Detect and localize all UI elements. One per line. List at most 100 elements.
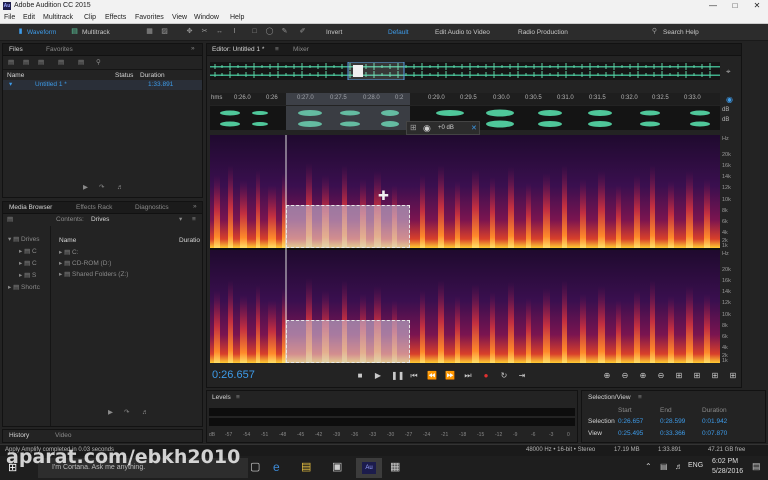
tab-media-browser[interactable]: Media Browser xyxy=(9,204,52,212)
menu-window[interactable]: Window xyxy=(194,13,219,23)
stop-icon[interactable]: ■ xyxy=(355,371,365,381)
menu-multitrack[interactable]: Multitrack xyxy=(43,13,73,23)
menu-file[interactable]: File xyxy=(4,13,15,23)
pitch-view-icon[interactable]: ▨ xyxy=(160,28,169,36)
hud-move-icon[interactable]: ⊞ xyxy=(410,123,417,132)
volume-knob-icon[interactable]: ◉ xyxy=(423,123,431,134)
panel-menu-icon[interactable]: ≡ xyxy=(236,394,240,402)
search-help-field[interactable]: Search Help xyxy=(663,28,699,37)
tab-video[interactable]: Video xyxy=(55,432,72,440)
play-icon[interactable]: ▶ xyxy=(373,371,383,381)
rewind-icon[interactable]: ⏪ xyxy=(427,371,437,381)
move-tool-icon[interactable]: ✥ xyxy=(185,28,194,36)
volume-tray-icon[interactable]: ♬ xyxy=(675,462,683,471)
tab-effects-rack[interactable]: Effects Rack xyxy=(76,204,112,212)
spectral-selection-bottom[interactable] xyxy=(286,320,410,363)
tree-drives[interactable]: ▾ ▤ Drives xyxy=(8,236,39,244)
waveform-button[interactable]: Waveform xyxy=(27,28,56,37)
tab-mixer[interactable]: Mixer xyxy=(293,46,309,54)
column-name[interactable]: Name xyxy=(7,72,24,80)
import-file-icon[interactable]: ▤ xyxy=(23,59,29,67)
export-icon[interactable]: ↷ xyxy=(124,409,129,417)
drive-c[interactable]: ▸ ▤ C: xyxy=(59,249,79,257)
play-icon[interactable]: ▶ xyxy=(83,184,88,192)
record-icon[interactable]: ● xyxy=(481,371,491,381)
tree-item-c2[interactable]: ▸ ▤ C xyxy=(19,260,37,268)
contents-dropdown[interactable]: Drives xyxy=(91,216,109,224)
fast-forward-icon[interactable]: ⏩ xyxy=(445,371,455,381)
column-duration[interactable]: Duration xyxy=(140,72,165,80)
ruler-selection[interactable] xyxy=(286,93,410,105)
tab-editor[interactable]: Editor: Untitled 1 * xyxy=(212,46,264,54)
file-expand-icon[interactable]: ▾ xyxy=(9,81,12,89)
workspace-edit-audio-to-video[interactable]: Edit Audio to Video xyxy=(435,28,490,37)
task-view-icon[interactable]: ▢ xyxy=(250,460,260,473)
tree-shortcuts[interactable]: ▸ ▤ Shortc xyxy=(8,284,40,292)
current-time-display[interactable]: 0:26.657 xyxy=(212,369,255,381)
loop-icon[interactable]: ↻ xyxy=(499,371,509,381)
zoom-in-time-icon[interactable]: ⊕ xyxy=(638,371,648,381)
slip-tool-icon[interactable]: ↔ xyxy=(215,28,224,36)
menu-view[interactable]: View xyxy=(172,13,187,23)
network-icon[interactable]: ▤ xyxy=(660,462,668,471)
chevron-down-icon[interactable]: ▾ xyxy=(179,216,182,224)
column-duration[interactable]: Duratio xyxy=(179,237,200,245)
selection-end[interactable]: 0:28.599 xyxy=(660,418,685,426)
invert-button[interactable]: Invert xyxy=(326,28,342,37)
maximize-icon[interactable]: □ xyxy=(724,0,746,12)
volume-icon[interactable]: ♬ xyxy=(117,184,124,192)
time-select-icon[interactable]: I xyxy=(230,28,239,36)
export-icon[interactable]: ↷ xyxy=(99,184,104,192)
store-icon[interactable]: ▣ xyxy=(332,460,342,473)
close-icon[interactable]: ✕ xyxy=(746,0,768,12)
play-icon[interactable]: ▶ xyxy=(108,409,113,417)
minimize-icon[interactable]: — xyxy=(702,0,724,12)
panel-expand-icon[interactable]: » xyxy=(193,203,197,211)
razor-tool-icon[interactable]: ✂ xyxy=(200,28,209,36)
language-indicator[interactable]: ENG xyxy=(688,462,703,469)
multitrack-button[interactable]: Multitrack xyxy=(82,28,110,37)
tree-item-s[interactable]: ▸ ▤ S xyxy=(19,272,36,280)
menu-effects[interactable]: Effects xyxy=(105,13,126,23)
brush-tool-icon[interactable]: ✎ xyxy=(280,28,289,36)
hud-gain-value[interactable]: +0 dB xyxy=(438,125,454,131)
spectral-view-icon[interactable]: ▦ xyxy=(145,28,154,36)
menu-icon[interactable]: ≡ xyxy=(192,216,196,224)
panel-menu-icon[interactable]: ≡ xyxy=(638,394,642,402)
zoom-channel-icon[interactable]: ⊞ xyxy=(728,371,738,381)
pin-icon[interactable]: ✕ xyxy=(471,124,477,132)
menu-clip[interactable]: Clip xyxy=(84,13,96,23)
drive-shared[interactable]: ▸ ▤ Shared Folders (Z:) xyxy=(59,271,128,279)
tab-favorites[interactable]: Favorites xyxy=(46,46,73,54)
action-center-icon[interactable]: ▤ xyxy=(752,461,761,472)
next-icon[interactable]: ⏭ xyxy=(463,371,473,381)
new-file-icon[interactable]: ▤ xyxy=(38,59,44,67)
overview-waveform[interactable] xyxy=(210,62,720,80)
pause-icon[interactable]: ❚❚ xyxy=(391,371,404,381)
zoom-out-time-icon[interactable]: ⊖ xyxy=(656,371,666,381)
insert-icon[interactable]: ▤ xyxy=(58,59,64,67)
menu-favorites[interactable]: Favorites xyxy=(135,13,164,23)
photos-icon[interactable]: ▦ xyxy=(390,460,400,473)
delete-icon[interactable]: ▤ xyxy=(78,59,84,67)
search-files-icon[interactable]: ⚲ xyxy=(96,59,101,67)
file-explorer-icon[interactable]: ▤ xyxy=(301,460,311,473)
shortcut-icon[interactable]: ▤ xyxy=(7,216,13,224)
zoom-in-point-icon[interactable]: ⊞ xyxy=(692,371,702,381)
selection-duration[interactable]: 0:01.942 xyxy=(702,418,727,426)
drive-cd-rom[interactable]: ▸ ▤ CD-ROM (D:) xyxy=(59,260,111,268)
volume-icon[interactable]: ♬ xyxy=(142,409,149,417)
previous-icon[interactable]: ⏮ xyxy=(409,371,419,381)
column-status[interactable]: Status xyxy=(115,72,133,80)
workspace-default[interactable]: Default xyxy=(388,28,409,37)
file-row[interactable]: ▾ Untitled 1 * 1:33.891 xyxy=(3,80,202,90)
editor-menu-icon[interactable]: ≡ xyxy=(275,46,279,54)
sync-icon[interactable]: ◉ xyxy=(726,95,733,104)
time-ruler[interactable]: hms 0:26.0 0:26 0:27.0 0:27.5 0:28.0 0:2… xyxy=(210,93,720,105)
zoom-out-amplitude-icon[interactable]: ⊖ xyxy=(620,371,630,381)
view-end[interactable]: 0:33.366 xyxy=(660,430,685,438)
workspace-radio-production[interactable]: Radio Production xyxy=(518,28,568,37)
spectral-selection-top[interactable] xyxy=(286,205,410,248)
audition-taskbar-button[interactable]: Au xyxy=(356,458,382,478)
tree-item-c[interactable]: ▸ ▤ C xyxy=(19,248,37,256)
